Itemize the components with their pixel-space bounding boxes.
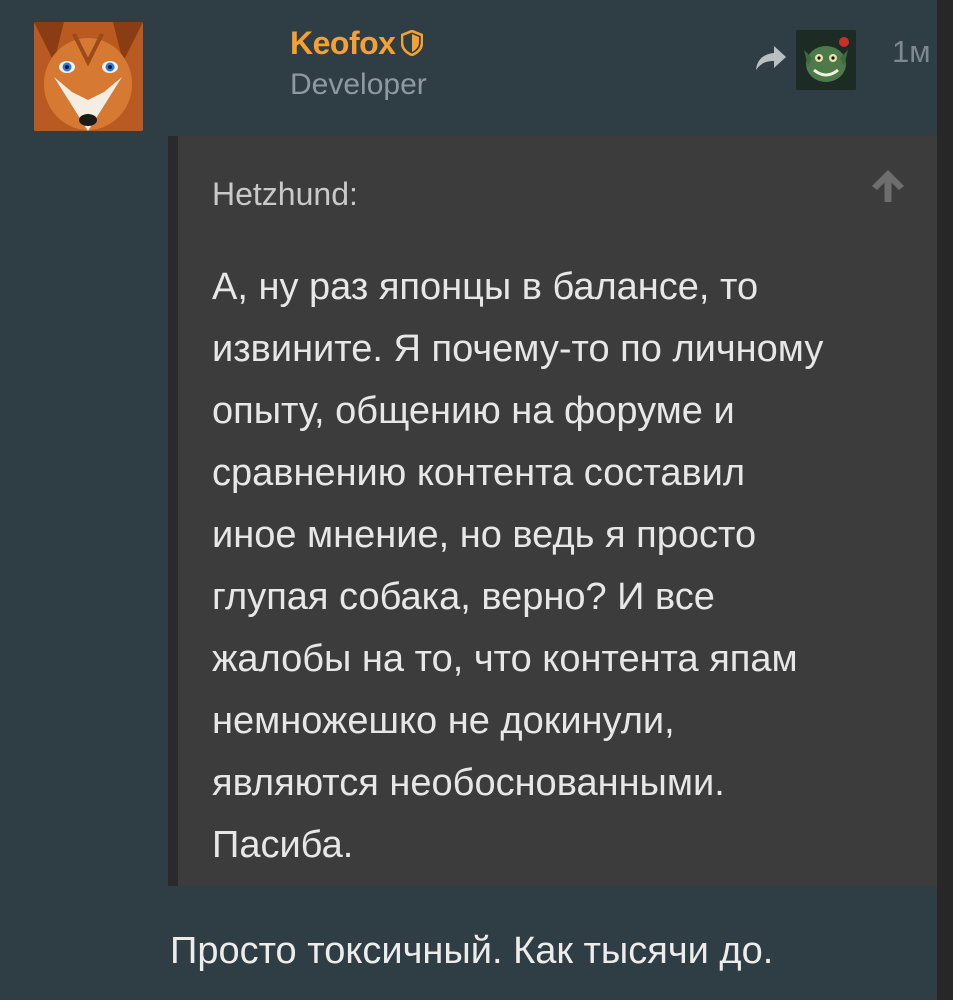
moderator-shield-icon [401,29,424,57]
username-row: Keofox [290,25,427,62]
quote-block: Hetzhund: А, ну раз японцы в балансе, то… [168,136,940,886]
reply-to-avatar[interactable] [796,30,856,90]
author-title: Developer [290,68,427,101]
post-body-text: Просто токсичный. Как тысячи до. [170,930,774,972]
goblin-avatar-icon [796,30,856,90]
reply-to-indicator[interactable] [754,30,856,90]
author-info: Keofox Developer [290,25,427,102]
quote-author[interactable]: Hetzhund: [212,176,358,213]
forum-post: Keofox Developer 1м Hetzhund: А, ну раз … [0,0,953,1000]
fox-avatar-icon [34,22,143,131]
author-username[interactable]: Keofox [290,25,396,62]
scrollbar-track[interactable] [937,0,953,1000]
reply-arrow-icon [754,43,788,78]
post-date[interactable]: 1м [892,34,931,70]
arrow-up-icon[interactable] [868,166,908,206]
author-avatar[interactable] [34,22,143,131]
quote-text: А, ну раз японцы в балансе, то извините.… [212,266,824,866]
